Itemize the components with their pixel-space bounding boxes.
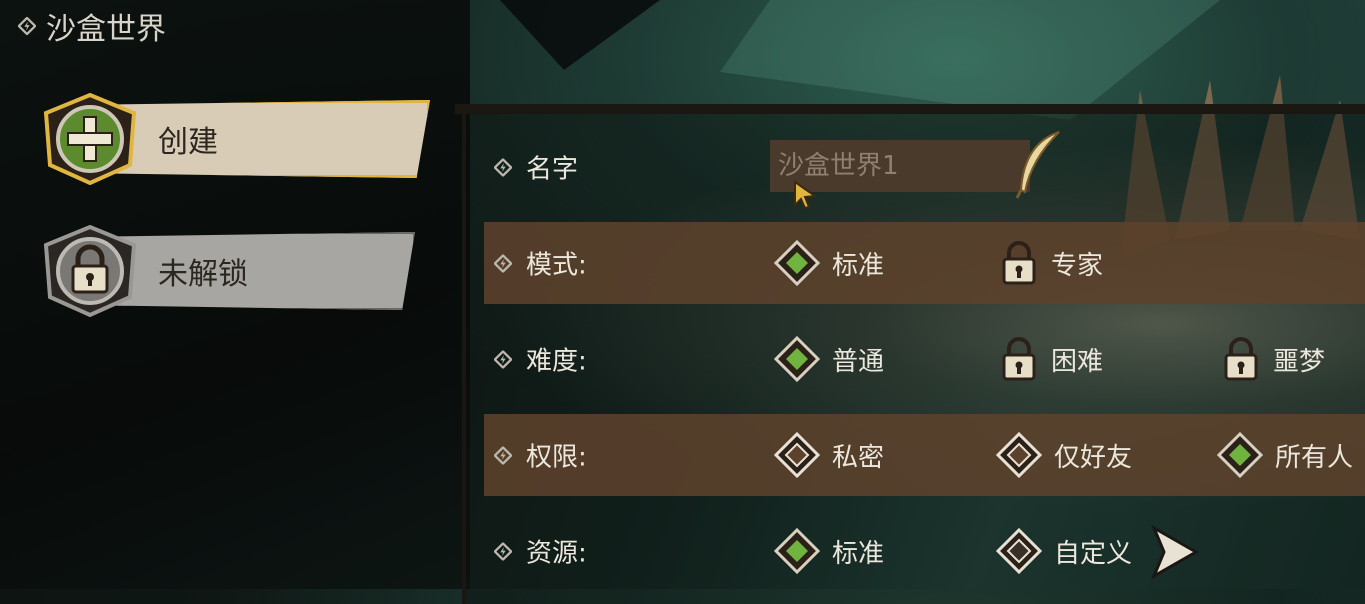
option-label: 普通 [832,346,885,377]
radio-selected-icon [774,336,820,382]
bolt-icon [494,542,512,560]
option-mode-standard[interactable]: 标准 [774,240,884,286]
resources-label: 资源: [526,538,587,569]
row-permission: 权限: 私密 仅好友 所有人 [484,414,1365,496]
page-title: 沙盒世界 [18,4,166,48]
sidebar-item-create[interactable]: 创建 [40,93,430,185]
mouse-cursor-icon [794,180,818,210]
sidebar-item-create-label: 创建 [158,125,218,160]
row-difficulty: 难度: 普通 困难 噩梦 [484,318,1365,400]
create-plate [95,100,430,178]
radio-unselected-icon [996,432,1042,478]
option-mode-expert[interactable]: 专家 [999,240,1103,286]
bolt-icon [494,254,512,272]
radio-selected-icon [774,528,820,574]
row-permission-label: 权限: [494,437,587,474]
page-title-label: 沙盒世界 [46,12,166,47]
option-label: 专家 [1051,250,1104,281]
row-name-label: 名字 [494,149,578,186]
option-label: 标准 [832,250,885,281]
radio-selected-icon [774,240,820,286]
option-label: 自定义 [1054,538,1133,569]
sidebar-item-locked[interactable]: 未解锁 [40,225,420,317]
difficulty-label: 难度: [526,346,587,377]
background-shard [500,0,660,70]
lock-icon [1002,241,1036,285]
option-label: 标准 [832,538,885,569]
bolt-icon [18,17,36,35]
option-resources-custom[interactable]: 自定义 [996,528,1132,574]
option-permission-everyone[interactable]: 所有人 [1217,432,1353,478]
row-resources: 资源: 标准 自定义 [484,510,1365,592]
radio-unselected-icon [996,528,1042,574]
row-mode-label: 模式: [494,245,587,282]
lock-badge-icon [40,225,140,317]
bolt-icon [494,446,512,464]
permission-label: 权限: [526,442,587,473]
row-mode: 模式: 标准 专家 [484,222,1365,304]
option-permission-friends[interactable]: 仅好友 [996,432,1132,478]
bolt-icon [494,350,512,368]
plus-badge-icon [40,93,140,185]
option-label: 所有人 [1275,442,1354,473]
bolt-icon [494,158,512,176]
sidebar-item-locked-label: 未解锁 [158,257,248,292]
mode-label: 模式: [526,250,587,281]
radio-selected-icon [1217,432,1263,478]
quill-icon[interactable] [1015,130,1065,200]
name-label: 名字 [526,154,579,185]
option-label: 私密 [832,442,885,473]
option-resources-standard[interactable]: 标准 [774,528,884,574]
radio-unselected-icon [774,432,820,478]
option-permission-private[interactable]: 私密 [774,432,884,478]
row-difficulty-label: 难度: [494,341,587,378]
locked-plate [95,232,415,310]
row-resources-label: 资源: [494,533,587,570]
option-difficulty-hard[interactable]: 困难 [999,336,1103,382]
option-label: 噩梦 [1273,346,1326,377]
lock-icon [1224,337,1258,381]
option-label: 仅好友 [1054,442,1133,473]
arrow-right-icon[interactable] [1150,524,1200,580]
option-difficulty-normal[interactable]: 普通 [774,336,884,382]
option-difficulty-nightmare[interactable]: 噩梦 [1221,336,1325,382]
lock-icon [1002,337,1036,381]
option-label: 困难 [1051,346,1104,377]
